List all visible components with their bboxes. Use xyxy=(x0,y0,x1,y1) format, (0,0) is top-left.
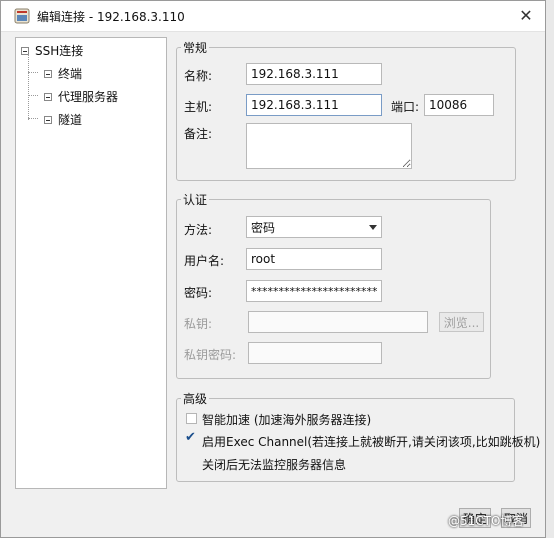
collapse-icon[interactable] xyxy=(44,69,52,78)
tree-item-tunnel[interactable]: 隧道 xyxy=(44,111,82,128)
note-label: 备注: xyxy=(184,127,213,141)
tree-item-label: 隧道 xyxy=(58,113,83,127)
tree-item-label: SSH连接 xyxy=(35,44,84,58)
checkmark-icon[interactable]: ✔ xyxy=(185,431,196,444)
password-field[interactable] xyxy=(246,280,382,302)
tree-connector xyxy=(28,54,29,120)
auth-legend: 认证 xyxy=(183,193,208,207)
key-password-label: 私钥密码: xyxy=(184,348,237,362)
smart-accel-label: 智能加速 (加速海外服务器连接) xyxy=(202,413,372,427)
collapse-icon[interactable] xyxy=(44,115,52,124)
password-label: 密码: xyxy=(184,286,213,300)
name-label: 名称: xyxy=(184,69,213,83)
username-field[interactable] xyxy=(246,248,382,270)
port-label: 端口: xyxy=(391,100,420,114)
collapse-icon[interactable] xyxy=(44,92,52,101)
tree-item-proxy[interactable]: 代理服务器 xyxy=(44,88,118,105)
tree-item-label: 终端 xyxy=(58,67,83,81)
title-bar: 编辑连接 - 192.168.3.110 ✕ xyxy=(1,1,545,32)
host-label: 主机: xyxy=(184,100,213,114)
app-icon xyxy=(14,8,30,24)
port-field[interactable] xyxy=(424,94,494,116)
tree-connector xyxy=(28,118,38,119)
advanced-legend: 高级 xyxy=(183,392,208,406)
smart-accel-checkbox[interactable] xyxy=(186,413,197,424)
close-icon[interactable]: ✕ xyxy=(513,4,539,26)
tree-item-label: 代理服务器 xyxy=(58,90,119,104)
exec-channel-label: 启用Exec Channel(若连接上就被断开,请关闭该项,比如跳板机) xyxy=(202,435,541,449)
chevron-down-icon xyxy=(369,224,377,230)
private-key-field[interactable] xyxy=(248,311,428,333)
exec-channel-note: 关闭后无法监控服务器信息 xyxy=(202,458,347,472)
tree-item-terminal[interactable]: 终端 xyxy=(44,65,82,82)
private-key-label: 私钥: xyxy=(184,317,213,331)
method-select[interactable]: 密码 xyxy=(246,216,382,238)
name-field[interactable] xyxy=(246,63,382,85)
method-value: 密码 xyxy=(251,220,276,235)
settings-tree: SSH连接 终端 代理服务器 隧道 xyxy=(15,37,167,489)
username-label: 用户名: xyxy=(184,254,225,268)
edit-connection-dialog: 编辑连接 - 192.168.3.110 ✕ SSH连接 终端 代理服务器 隧道… xyxy=(0,0,546,538)
tree-item-ssh[interactable]: SSH连接 xyxy=(21,42,83,59)
host-field[interactable] xyxy=(246,94,382,116)
general-legend: 常规 xyxy=(183,41,208,55)
note-field[interactable] xyxy=(246,123,412,169)
browse-button[interactable]: 浏览... xyxy=(439,312,484,332)
key-password-field[interactable] xyxy=(248,342,382,364)
tree-connector xyxy=(28,95,38,96)
method-label: 方法: xyxy=(184,223,213,237)
watermark: @51CTO博客 xyxy=(448,514,525,528)
tree-connector xyxy=(28,72,38,73)
window-title: 编辑连接 - 192.168.3.110 xyxy=(37,10,185,24)
